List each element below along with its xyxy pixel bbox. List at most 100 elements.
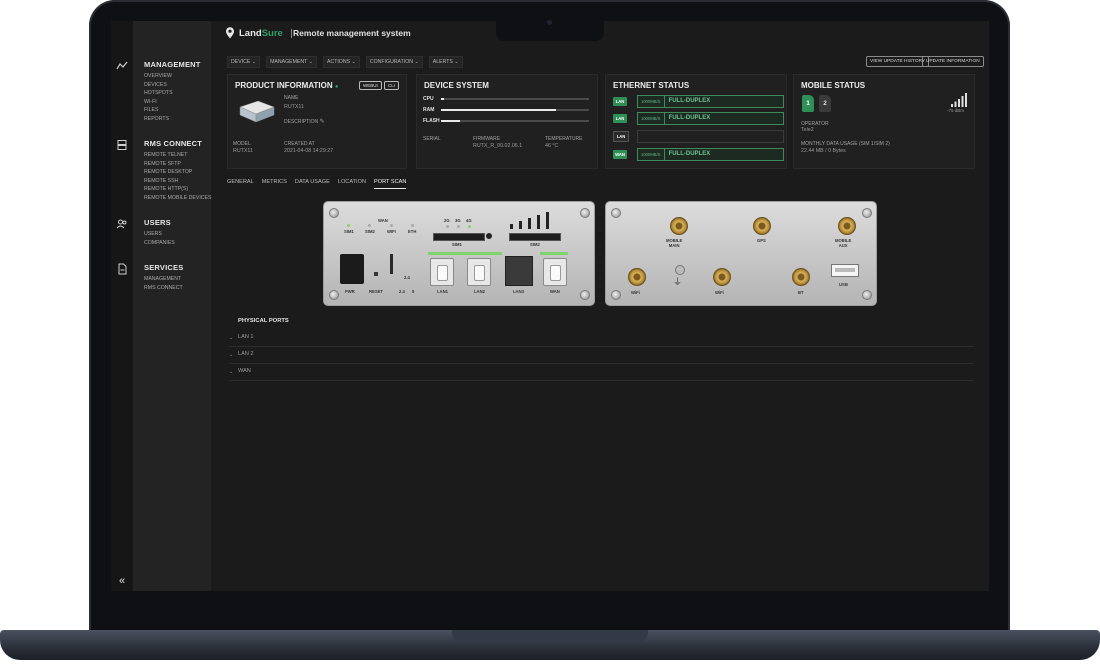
wan-port[interactable] <box>543 258 567 286</box>
sidebar-item-files[interactable]: FILES <box>144 106 173 115</box>
brand-logo[interactable]: LandSure <box>225 27 283 39</box>
reset-button-icon[interactable] <box>374 272 378 276</box>
eth-led-label: ETH <box>408 229 417 234</box>
nav-section-users[interactable]: USERS <box>144 218 171 227</box>
lan3-label: LAN3 <box>513 289 524 294</box>
chevron-down-icon: ⌄ <box>229 352 234 358</box>
physical-port-row-lan2[interactable]: ⌄ LAN 2 <box>229 347 974 364</box>
sidebar-item-users[interactable]: USERS <box>144 230 175 239</box>
eth-led-icon <box>411 224 414 227</box>
temperature-value: 46 °C <box>545 143 559 149</box>
lan1-port[interactable] <box>430 258 454 286</box>
nav-services-items: MANAGEMENT RMS CONNECT <box>144 275 183 292</box>
app-screen: « MANAGEMENT OVERVIEW DEVICES HOTSPOTS W… <box>111 21 989 591</box>
menu-actions[interactable]: ACTIONS ⌄ <box>322 56 360 68</box>
screw-icon <box>611 290 621 300</box>
sidebar-item-remote-ssh[interactable]: REMOTE SSH <box>144 177 211 186</box>
product-information-card: PRODUCT INFORMATION ● WEBUI CLI NAME RUT… <box>227 74 407 169</box>
ethernet-status-card: ETHERNET STATUS LAN 1000MB/S FULL-DUPLEX … <box>605 74 787 169</box>
sidebar-item-wifi[interactable]: WI-FI <box>144 98 173 107</box>
model-label: MODEL <box>233 141 251 147</box>
sidebar-nav: MANAGEMENT OVERVIEW DEVICES HOTSPOTS WI-… <box>133 21 211 591</box>
wifi-a-label: WiFi <box>631 290 640 295</box>
physical-port-row-lan1[interactable]: ⌄ LAN 1 <box>229 330 974 347</box>
tab-port-scan[interactable]: PORT SCAN <box>374 179 407 189</box>
flash-bar-fill <box>441 120 461 122</box>
brand-name: LandSure <box>239 27 283 39</box>
sidebar-item-devices[interactable]: DEVICES <box>144 81 173 90</box>
serial-label: SERIAL <box>423 136 441 142</box>
view-update-history-button[interactable]: VIEW UPDATE HISTORY <box>866 56 930 67</box>
created-at-label: CREATED AT <box>284 141 315 147</box>
sim1-chip[interactable]: 1 <box>802 95 814 112</box>
nav-section-rms-connect[interactable]: RMS CONNECT <box>144 139 202 148</box>
wifi-24b-label: 2.4 <box>399 289 405 294</box>
3g-label: 3G <box>455 218 461 223</box>
reset-label: RESET <box>369 289 383 294</box>
mobile-main-antenna-icon <box>670 217 688 235</box>
nav-section-services[interactable]: SERVICES <box>144 263 183 272</box>
management-activity-icon[interactable] <box>116 60 128 72</box>
sidebar-item-companies[interactable]: COMPANIES <box>144 239 175 248</box>
physical-ports-title: PHYSICAL PORTS <box>238 318 289 324</box>
physical-port-row-wan[interactable]: ⌄ WAN <box>229 364 974 381</box>
power-connector-icon <box>340 254 364 284</box>
router-thumbnail <box>236 97 276 125</box>
menu-device[interactable]: DEVICE ⌄ <box>227 56 261 68</box>
tab-metrics[interactable]: METRICS <box>262 179 287 189</box>
device-system-title: DEVICE SYSTEM <box>424 81 489 90</box>
sim1-led-label: SIM1 <box>344 229 354 234</box>
nav-management-items: OVERVIEW DEVICES HOTSPOTS WI-FI FILES RE… <box>144 72 173 124</box>
webui-button[interactable]: WEBUI <box>359 81 382 90</box>
rms-connect-server-icon[interactable] <box>116 139 128 151</box>
device-tabs: GENERAL METRICS DATA USAGE LOCATION PORT… <box>227 179 407 189</box>
eth-row-lan1: LAN 1000MB/S FULL-DUPLEX <box>613 94 784 108</box>
nav-users-items: USERS COMPANIES <box>144 230 175 247</box>
nav-section-management[interactable]: MANAGEMENT <box>144 60 201 69</box>
services-document-icon[interactable] <box>116 263 128 275</box>
collapse-sidebar-icon[interactable]: « <box>116 575 128 587</box>
sidebar-item-remote-mobile-devices[interactable]: REMOTE MOBILE DEVICES <box>144 194 211 203</box>
sidebar-item-rms-connect[interactable]: RMS CONNECT <box>144 284 183 293</box>
usb-port[interactable] <box>831 264 859 277</box>
users-icon[interactable] <box>116 218 128 230</box>
eth-row-lan2: LAN 1000MB/S FULL-DUPLEX <box>613 111 784 125</box>
sim2-led-label: SIM2 <box>365 229 375 234</box>
tab-general[interactable]: GENERAL <box>227 179 254 189</box>
cli-button[interactable]: CLI <box>384 81 400 90</box>
eth-tag: LAN <box>613 130 629 142</box>
eth-tag: LAN <box>613 96 627 106</box>
flash-bar <box>441 120 589 122</box>
sidebar-item-hotspots[interactable]: HOTSPOTS <box>144 89 173 98</box>
eth-tag: LAN <box>613 113 627 123</box>
2g-label: 2G <box>444 218 450 223</box>
sidebar-item-remote-https[interactable]: REMOTE HTTP(S) <box>144 185 211 194</box>
lan2-port[interactable] <box>467 258 491 286</box>
sidebar-item-remote-telnet[interactable]: REMOTE TELNET <box>144 151 211 160</box>
sim2-chip[interactable]: 2 <box>819 95 831 112</box>
screw-icon <box>862 208 872 218</box>
sidebar-item-overview[interactable]: OVERVIEW <box>144 72 173 81</box>
4g-label: 4G <box>466 218 472 223</box>
chevron-down-icon: ⌄ <box>229 335 234 341</box>
lan3-port[interactable] <box>505 256 533 286</box>
chevron-down-icon: ⌄ <box>229 369 234 375</box>
tab-data-usage[interactable]: DATA USAGE <box>295 179 330 189</box>
sidebar-item-reports[interactable]: REPORTS <box>144 115 173 124</box>
sidebar-item-remote-desktop[interactable]: REMOTE DESKTOP <box>144 168 211 177</box>
wifi-5-label: 5 <box>412 289 415 294</box>
firmware-value: RUTX_R_00.02.06.1 <box>473 143 523 149</box>
menu-configuration[interactable]: CONFIGURATION ⌄ <box>365 56 423 68</box>
mobile-aux-label: MOBILE AUX <box>835 238 852 248</box>
update-information-button[interactable]: UPDATE INFORMATION <box>922 56 984 67</box>
menu-alerts[interactable]: ALERTS ⌄ <box>428 56 463 68</box>
tab-location[interactable]: LOCATION <box>338 179 366 189</box>
description-label[interactable]: DESCRIPTION ✎ <box>284 118 325 125</box>
sim2-slot-label: SIM2 <box>530 242 540 247</box>
ground-icon: ⏚ <box>673 277 683 287</box>
sidebar-item-remote-sftp[interactable]: REMOTE SFTP <box>144 160 211 169</box>
menu-management[interactable]: MANAGEMENT ⌄ <box>266 56 317 68</box>
wan-link-indicator <box>540 252 568 255</box>
temperature-label: TEMPERATURE <box>545 136 583 142</box>
sidebar-item-management[interactable]: MANAGEMENT <box>144 275 183 284</box>
